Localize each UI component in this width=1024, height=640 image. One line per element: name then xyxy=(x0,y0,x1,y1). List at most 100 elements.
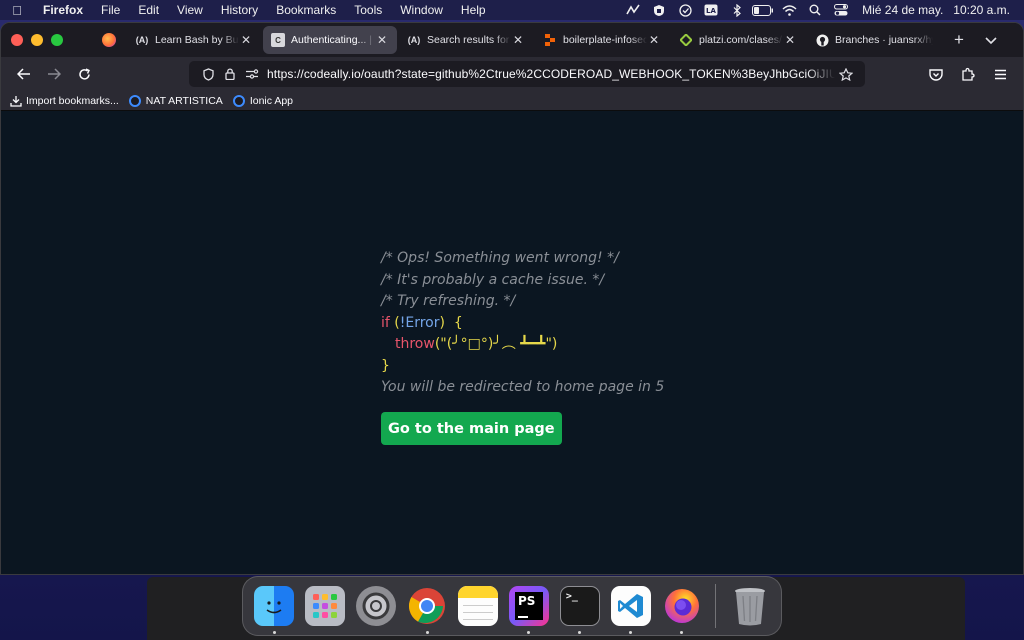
lock-icon[interactable] xyxy=(219,68,241,80)
codeally-icon: C xyxy=(271,33,285,47)
bookmark-import[interactable]: Import bookmarks... xyxy=(9,94,119,107)
zoom-window-button[interactable] xyxy=(51,34,63,46)
menu-view[interactable]: View xyxy=(168,3,212,17)
tab-title: Learn Bash by Building xyxy=(155,34,239,46)
dock-launchpad[interactable] xyxy=(300,580,351,632)
if-keyword: if xyxy=(381,314,390,331)
bookmark-star-icon[interactable] xyxy=(835,67,857,81)
dock-phpstorm[interactable]: PS xyxy=(504,580,555,634)
hamburger-menu-icon[interactable] xyxy=(985,60,1015,88)
dock-system-settings[interactable] xyxy=(351,580,402,632)
close-icon[interactable]: ✕ xyxy=(375,33,389,47)
menu-window[interactable]: Window xyxy=(391,3,452,17)
url-text[interactable]: https://codeally.io/oauth?state=github%2… xyxy=(263,67,835,81)
bookmarks-toolbar: Import bookmarks... NAT ARTISTICA Ionic … xyxy=(1,91,1023,111)
close-icon[interactable]: ✕ xyxy=(783,33,797,47)
menu-edit[interactable]: Edit xyxy=(129,3,168,17)
terminal-icon: >_ xyxy=(559,586,600,626)
window-controls xyxy=(11,34,91,46)
dock-finder[interactable] xyxy=(249,580,300,634)
spotlight-search-icon[interactable] xyxy=(802,0,828,20)
dock-trash[interactable] xyxy=(724,580,775,632)
dock-separator xyxy=(715,584,717,628)
dock-terminal[interactable]: >_ xyxy=(554,580,605,634)
tab-github-branches[interactable]: Branches · juansrx/hy xyxy=(807,26,941,54)
menu-help[interactable]: Help xyxy=(452,3,495,17)
tab-replit[interactable]: boilerplate-infosec - Replit ✕ xyxy=(535,26,669,54)
new-tab-button[interactable]: + xyxy=(943,30,975,50)
toolbar-right xyxy=(921,60,1015,88)
page-content: /* Ops! Something went wrong! */ /* It's… xyxy=(1,111,1023,574)
url-bar[interactable]: https://codeally.io/oauth?state=github%2… xyxy=(189,61,865,87)
close-icon[interactable]: ✕ xyxy=(511,33,525,47)
import-icon xyxy=(9,94,22,107)
menu-file[interactable]: File xyxy=(92,3,129,17)
reload-button[interactable] xyxy=(69,60,99,88)
close-paren: ) xyxy=(439,314,445,331)
menubar-date[interactable]: Mié 24 de may. xyxy=(854,3,949,17)
firefox-view-button[interactable] xyxy=(91,33,127,47)
macos-menubar:  Firefox File Edit View History Bookmar… xyxy=(0,0,1024,20)
bookmark-nat-artistica[interactable]: NAT ARTISTICA xyxy=(129,94,223,107)
bookmark-label: Import bookmarks... xyxy=(26,94,119,107)
menu-tools[interactable]: Tools xyxy=(345,3,391,17)
dock-vscode[interactable] xyxy=(605,580,656,634)
dock-notes[interactable] xyxy=(453,580,504,632)
replit-icon xyxy=(543,33,557,47)
dock-chrome[interactable] xyxy=(402,580,453,634)
error-code-block: /* Ops! Something went wrong! */ /* It's… xyxy=(381,248,664,399)
battery-icon[interactable] xyxy=(750,0,776,20)
input-source-icon[interactable]: LA xyxy=(698,0,724,20)
wifi-icon[interactable] xyxy=(776,0,802,20)
comment-line-2: /* It's probably a cache issue. */ xyxy=(381,271,605,288)
tab-strip: (A) Learn Bash by Building ✕ C Authentic… xyxy=(1,23,1023,57)
forward-button[interactable] xyxy=(39,60,69,88)
menu-bookmarks[interactable]: Bookmarks xyxy=(267,3,345,17)
minimize-window-button[interactable] xyxy=(31,34,43,46)
tab-search-results[interactable]: (A) Search results for 'Bash' ✕ xyxy=(399,26,533,54)
permissions-icon[interactable] xyxy=(241,69,263,79)
firefox-icon xyxy=(662,586,702,626)
tab-title: platzi.com/clases/1000 xyxy=(699,34,783,46)
back-button[interactable] xyxy=(9,60,39,88)
pocket-icon[interactable] xyxy=(921,60,951,88)
close-icon[interactable]: ✕ xyxy=(239,33,253,47)
tab-platzi[interactable]: platzi.com/clases/1000 ✕ xyxy=(671,26,805,54)
a-logo-icon: (A) xyxy=(407,35,421,45)
bookmark-label: NAT ARTISTICA xyxy=(145,94,223,107)
tab-title: boilerplate-infosec - Replit xyxy=(563,34,647,46)
comment-line-3: /* Try refreshing. */ xyxy=(381,293,516,309)
comment-line-1: /* Ops! Something went wrong! */ xyxy=(381,250,619,266)
phpstorm-icon: PS xyxy=(508,586,549,626)
close-icon[interactable]: ✕ xyxy=(647,33,661,47)
chrome-icon xyxy=(407,586,447,626)
navigation-toolbar: https://codeally.io/oauth?state=github%2… xyxy=(1,57,1023,91)
apple-menu-icon[interactable]:  xyxy=(0,3,34,18)
extensions-icon[interactable] xyxy=(953,60,983,88)
pen-icon[interactable] xyxy=(620,0,646,20)
bluetooth-icon[interactable] xyxy=(724,0,750,20)
list-all-tabs-button[interactable] xyxy=(975,30,1007,50)
shield-icon[interactable] xyxy=(646,0,672,20)
dock-firefox[interactable] xyxy=(656,580,707,634)
tab-authenticating[interactable]: C Authenticating... | CodeAlly ✕ xyxy=(263,26,397,54)
menu-history[interactable]: History xyxy=(212,3,267,17)
menubar-time[interactable]: 10:20 a.m. xyxy=(949,3,1014,17)
bookmark-ionic-app[interactable]: Ionic App xyxy=(233,94,293,107)
tab-title: Branches · juansrx/hy xyxy=(835,34,933,46)
tab-learn-bash[interactable]: (A) Learn Bash by Building ✕ xyxy=(127,26,261,54)
not-error: !Error xyxy=(399,314,440,331)
check-circle-icon[interactable] xyxy=(672,0,698,20)
if-line: if (!Error) { xyxy=(381,313,664,335)
go-to-main-page-button[interactable]: Go to the main page xyxy=(381,412,562,445)
redirect-message: You will be redirected to home page in 5 xyxy=(381,379,665,395)
close-window-button[interactable] xyxy=(11,34,23,46)
svg-text:LA: LA xyxy=(706,7,716,15)
a-logo-icon: (A) xyxy=(135,35,149,45)
notes-icon xyxy=(458,586,499,626)
settings-icon xyxy=(356,586,397,626)
tracking-protection-shield-icon[interactable] xyxy=(197,67,219,81)
control-center-icon[interactable] xyxy=(828,0,854,20)
throw-keyword: throw xyxy=(395,336,435,352)
menu-app-name[interactable]: Firefox xyxy=(34,3,92,17)
